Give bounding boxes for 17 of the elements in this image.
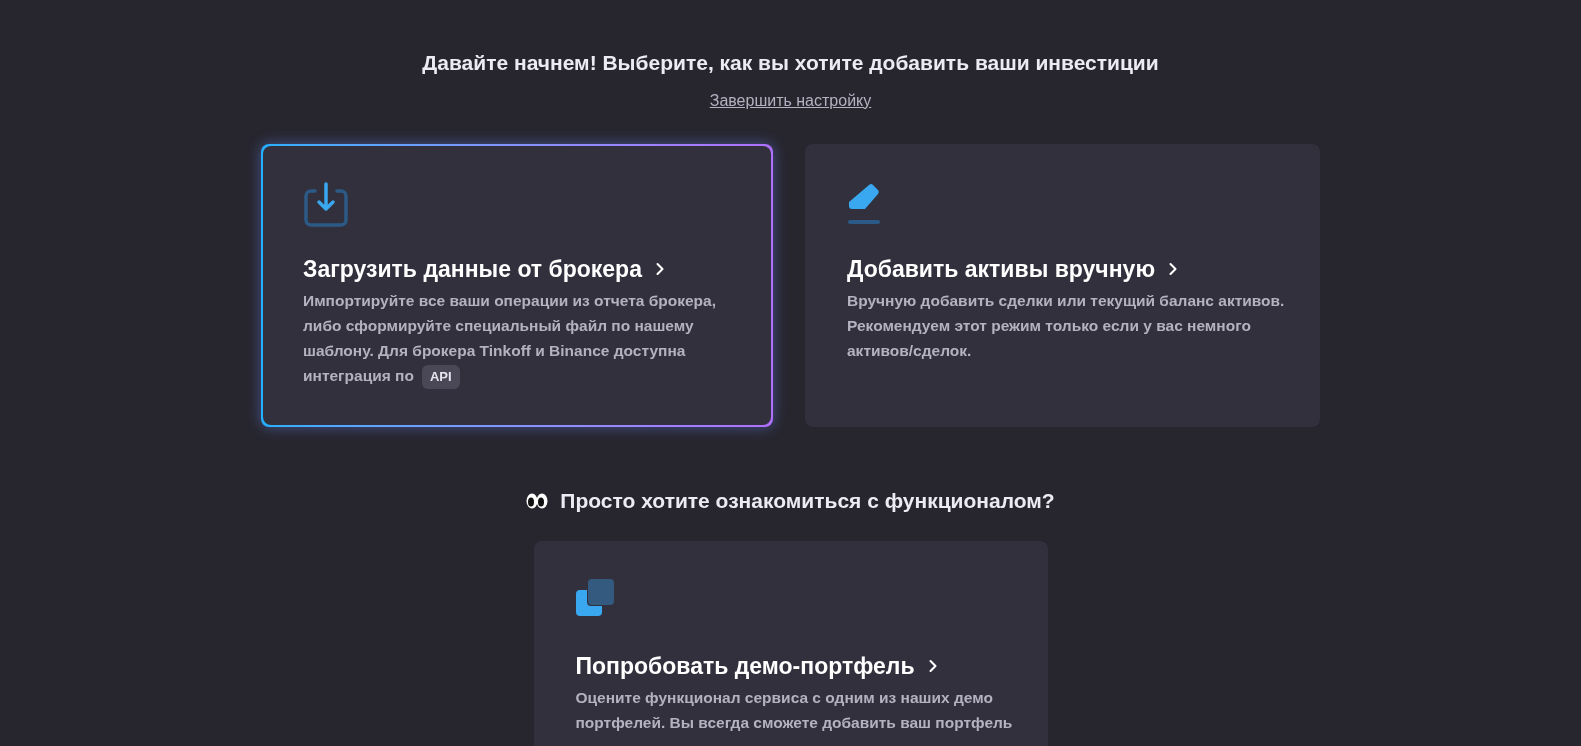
option-description: Импортируйте все ваши операции из отчета брокера, либо сформируйте специальный файл по нашему шаблону. Для брокера Tinkoff и Binance доступна интеграция по API	[303, 288, 750, 389]
option-title: Добавить активы вручную	[847, 254, 1156, 284]
stacked-squares-icon	[575, 578, 614, 617]
finish-setup-link[interactable]: Завершить настройку	[709, 88, 872, 113]
option-card[interactable]: Загрузить данные от брокера Импортируйте все ваши операции из отчета брокера, либо сформируйте специальный файл по нашему шаблону. Для брокера Tinkoff и Binance доступна интеграция по API	[261, 143, 773, 427]
api-tag: API	[421, 365, 460, 389]
option-title: Попробовать демо-портфель	[575, 651, 915, 681]
eyes-icon	[526, 492, 549, 509]
page-title: Давайте начнем! Выберите, как вы хотите добавить ваши инвестиции	[422, 50, 1159, 76]
option-description: Вручную добавить сделки или текущий баланс активов. Рекомендуем этот режим только если у вас немного активов/сделок.	[847, 291, 1286, 361]
option-card[interactable]: Добавить активы вручную Вручную добавить сделки или текущий баланс активов. Рекомендуем этот режим только если у вас немного активов/сделок.	[805, 143, 1320, 427]
option-title: Загрузить данные от брокера	[303, 254, 642, 284]
pencil-icon	[847, 181, 881, 226]
demo-heading: Просто хотите ознакомиться с функционалом?	[560, 488, 1055, 514]
option-card[interactable]: Попробовать демо-портфель Оцените функционал сервиса с одним из наших демо портфелей. Вы всегда сможете добавить ваш портфель	[533, 540, 1048, 746]
option-description: Оцените функционал сервиса с одним из наших демо портфелей. Вы всегда сможете добавить ваш портфель	[575, 688, 1014, 733]
download-tray-icon	[303, 181, 349, 228]
